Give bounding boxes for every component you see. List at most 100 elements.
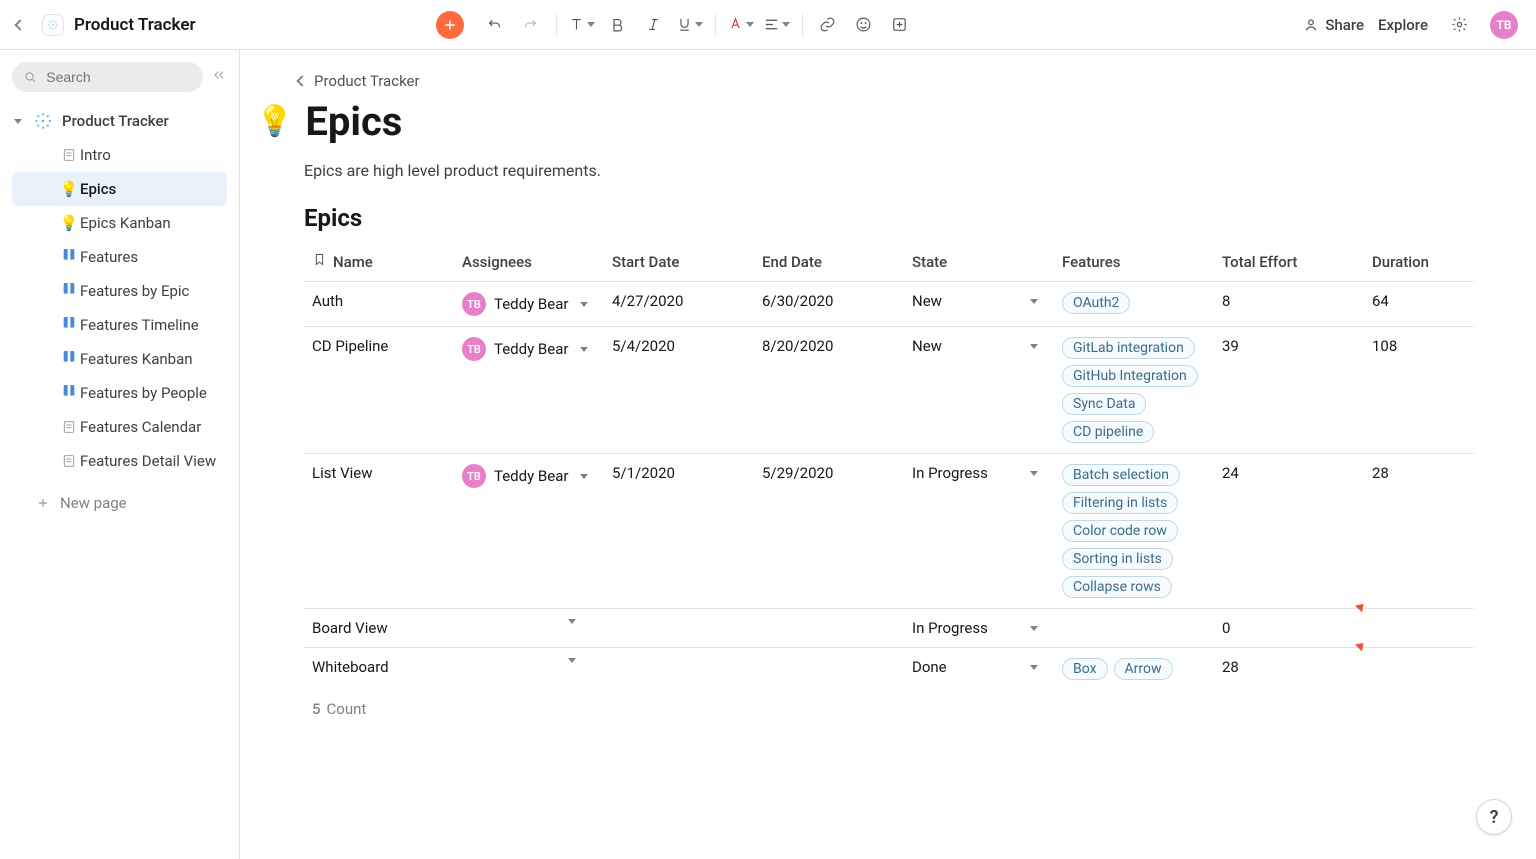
table-row[interactable]: Board ViewIn Progress0 bbox=[304, 609, 1474, 648]
cell-features[interactable]: Batch selectionFiltering in listsColor c… bbox=[1054, 454, 1214, 609]
cell-state[interactable]: In Progress bbox=[904, 609, 1054, 648]
breadcrumb[interactable]: Product Tracker bbox=[298, 72, 1456, 90]
cell-start[interactable] bbox=[604, 609, 754, 648]
cell-end[interactable]: 8/20/2020 bbox=[754, 327, 904, 454]
sidebar-item-epics[interactable]: 💡Epics bbox=[12, 172, 227, 206]
table-row[interactable]: CD PipelineTBTeddy Bear5/4/20208/20/2020… bbox=[304, 327, 1474, 454]
cell-features[interactable]: OAuth2 bbox=[1054, 282, 1214, 327]
assignee-caret-icon[interactable] bbox=[568, 658, 576, 663]
state-caret-icon[interactable] bbox=[1030, 626, 1038, 631]
breadcrumb-label[interactable]: Product Tracker bbox=[314, 72, 420, 90]
feature-tag[interactable]: CD pipeline bbox=[1062, 421, 1154, 443]
sidebar-item-features-by-people[interactable]: Features by People bbox=[12, 376, 227, 410]
cell-name[interactable]: Whiteboard bbox=[304, 648, 454, 691]
feature-tag[interactable]: OAuth2 bbox=[1062, 292, 1130, 314]
cell-state[interactable]: New bbox=[904, 282, 1054, 327]
link-icon[interactable] bbox=[811, 10, 845, 40]
col-start[interactable]: Start Date bbox=[604, 242, 754, 282]
cell-total[interactable]: 28 bbox=[1214, 648, 1364, 691]
cell-name[interactable]: Board View bbox=[304, 609, 454, 648]
cell-assignee[interactable]: TBTeddy Bear bbox=[454, 327, 604, 454]
cell-features[interactable]: Box Arrow bbox=[1054, 648, 1214, 691]
feature-tag[interactable]: Sync Data bbox=[1062, 393, 1146, 415]
help-button[interactable]: ? bbox=[1476, 799, 1512, 835]
share-button[interactable]: Share bbox=[1303, 16, 1364, 34]
col-total[interactable]: Total Effort bbox=[1214, 242, 1364, 282]
breadcrumb-back-icon[interactable] bbox=[296, 75, 307, 86]
col-end[interactable]: End Date bbox=[754, 242, 904, 282]
col-state[interactable]: State bbox=[904, 242, 1054, 282]
cell-assignee[interactable]: TBTeddy Bear bbox=[454, 454, 604, 609]
app-title[interactable]: Product Tracker bbox=[74, 15, 196, 35]
add-button[interactable] bbox=[436, 11, 464, 39]
cell-state[interactable]: In Progress bbox=[904, 454, 1054, 609]
feature-tag[interactable]: Sorting in lists bbox=[1062, 548, 1173, 570]
cell-assignee[interactable] bbox=[454, 609, 604, 648]
cell-start[interactable] bbox=[604, 648, 754, 691]
cell-end[interactable] bbox=[754, 648, 904, 691]
page-icon[interactable]: 💡 bbox=[256, 104, 293, 139]
italic-icon[interactable] bbox=[637, 10, 671, 40]
sidebar-item-features-by-epic[interactable]: Features by Epic bbox=[12, 274, 227, 308]
cell-duration[interactable] bbox=[1364, 609, 1474, 648]
assignee-caret-icon[interactable] bbox=[580, 302, 588, 307]
redo-icon[interactable] bbox=[514, 10, 548, 40]
tree-toggle-icon[interactable] bbox=[14, 119, 22, 124]
sidebar-item-features-detail-view[interactable]: Features Detail View bbox=[12, 444, 227, 478]
explore-button[interactable]: Explore bbox=[1378, 16, 1428, 34]
state-caret-icon[interactable] bbox=[1030, 344, 1038, 349]
cell-assignee[interactable]: TBTeddy Bear bbox=[454, 282, 604, 327]
back-icon[interactable] bbox=[8, 10, 32, 40]
feature-tag[interactable]: Collapse rows bbox=[1062, 576, 1172, 598]
cell-start[interactable]: 4/27/2020 bbox=[604, 282, 754, 327]
state-caret-icon[interactable] bbox=[1030, 665, 1038, 670]
sidebar-item-epics-kanban[interactable]: 💡Epics Kanban bbox=[12, 206, 227, 240]
col-name[interactable]: Name bbox=[304, 242, 454, 282]
settings-icon[interactable] bbox=[1442, 10, 1476, 40]
sidebar-item-intro[interactable]: Intro bbox=[12, 138, 227, 172]
user-avatar[interactable]: TB bbox=[1490, 11, 1518, 39]
text-color-dropdown[interactable] bbox=[724, 10, 758, 40]
insert-icon[interactable] bbox=[883, 10, 917, 40]
page-description[interactable]: Epics are high level product requirement… bbox=[304, 161, 1456, 180]
cell-total[interactable]: 39 bbox=[1214, 327, 1364, 454]
emoji-icon[interactable] bbox=[847, 10, 881, 40]
cell-features[interactable] bbox=[1054, 609, 1214, 648]
sidebar-item-features-timeline[interactable]: Features Timeline bbox=[12, 308, 227, 342]
search-input[interactable] bbox=[12, 62, 203, 92]
col-features[interactable]: Features bbox=[1054, 242, 1214, 282]
cell-name[interactable]: CD Pipeline bbox=[304, 327, 454, 454]
cell-end[interactable] bbox=[754, 609, 904, 648]
new-page-button[interactable]: New page bbox=[12, 484, 227, 512]
cell-duration[interactable]: 64 bbox=[1364, 282, 1474, 327]
feature-tag[interactable]: Arrow bbox=[1114, 658, 1173, 680]
collapse-sidebar-icon[interactable] bbox=[211, 67, 227, 87]
feature-tag[interactable]: GitLab integration bbox=[1062, 337, 1195, 359]
align-dropdown[interactable] bbox=[760, 10, 794, 40]
feature-tag[interactable]: GitHub Integration bbox=[1062, 365, 1198, 387]
table-row[interactable]: AuthTBTeddy Bear4/27/20206/30/2020New OAu… bbox=[304, 282, 1474, 327]
cell-duration[interactable]: 28 bbox=[1364, 454, 1474, 609]
cell-duration[interactable] bbox=[1364, 648, 1474, 691]
table-row[interactable]: Whiteboard Done Box Arrow 28 bbox=[304, 648, 1474, 691]
sidebar-item-features-kanban[interactable]: Features Kanban bbox=[12, 342, 227, 376]
sidebar-root[interactable]: Product Tracker bbox=[12, 104, 227, 138]
assignee-caret-icon[interactable] bbox=[580, 474, 588, 479]
sidebar-item-features-calendar[interactable]: Features Calendar bbox=[12, 410, 227, 444]
cell-total[interactable]: 8 bbox=[1214, 282, 1364, 327]
cell-name[interactable]: Auth bbox=[304, 282, 454, 327]
assignee-caret-icon[interactable] bbox=[568, 619, 576, 624]
col-assignees[interactable]: Assignees bbox=[454, 242, 604, 282]
state-caret-icon[interactable] bbox=[1030, 471, 1038, 476]
cell-state[interactable]: Done bbox=[904, 648, 1054, 691]
feature-tag[interactable]: Box bbox=[1062, 658, 1108, 680]
sidebar-item-features[interactable]: Features bbox=[12, 240, 227, 274]
cell-end[interactable]: 5/29/2020 bbox=[754, 454, 904, 609]
text-style-dropdown[interactable] bbox=[565, 10, 599, 40]
cell-end[interactable]: 6/30/2020 bbox=[754, 282, 904, 327]
cell-duration[interactable]: 108 bbox=[1364, 327, 1474, 454]
bold-icon[interactable] bbox=[601, 10, 635, 40]
undo-icon[interactable] bbox=[478, 10, 512, 40]
feature-tag[interactable]: Color code row bbox=[1062, 520, 1178, 542]
cell-features[interactable]: GitLab integration GitHub Integration Sync… bbox=[1054, 327, 1214, 454]
